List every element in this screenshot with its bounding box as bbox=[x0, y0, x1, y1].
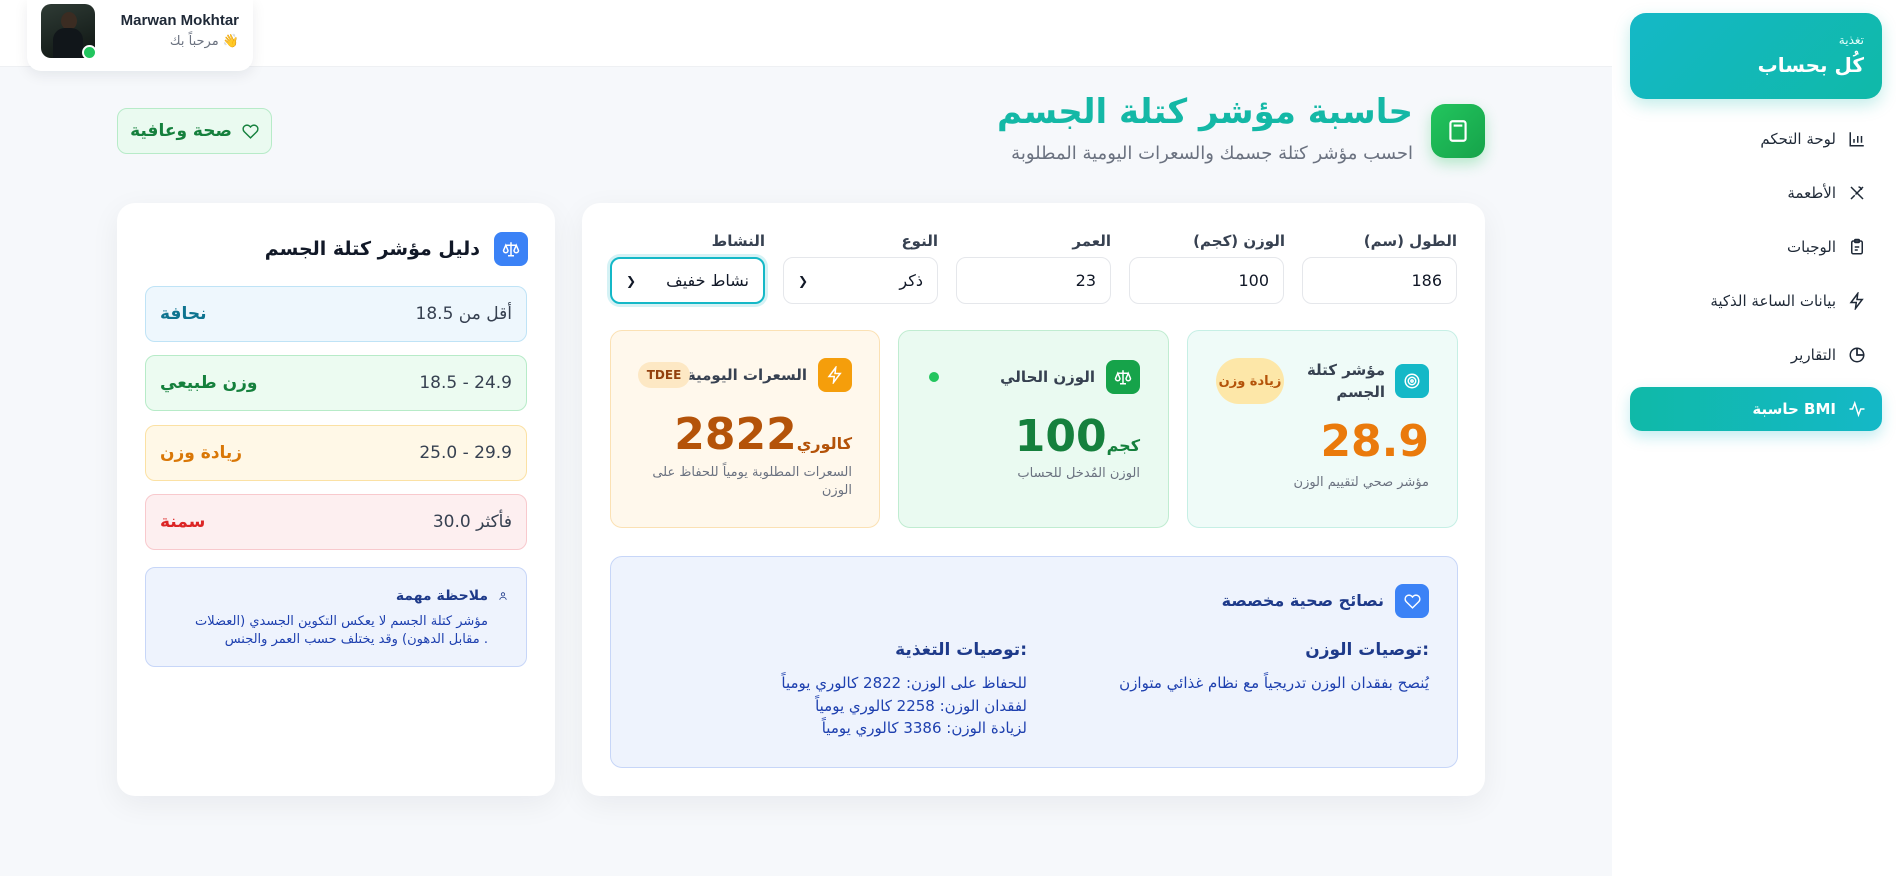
lightning-icon bbox=[818, 358, 852, 392]
age-value: 23 bbox=[1075, 271, 1096, 290]
user-greeting: مرحباً بك 👋 bbox=[169, 34, 239, 49]
gender-select[interactable]: ذكر ❯ bbox=[783, 257, 938, 304]
sidebar-item-bmi[interactable]: حاسبة BMI bbox=[1630, 387, 1882, 431]
utensils-icon bbox=[1850, 186, 1864, 200]
weight-display: 100كجم bbox=[1015, 411, 1140, 462]
weight-unit: كجم bbox=[1106, 436, 1140, 455]
brand-title: كُل بحساب bbox=[1757, 53, 1864, 77]
chevron-down-icon: ❯ bbox=[626, 273, 637, 288]
tips-title: نصائح صحية مخصصة bbox=[1221, 591, 1384, 610]
sidebar-item-label: لوحة التحكم bbox=[1760, 130, 1836, 148]
weight-title: الوزن الحالي bbox=[1000, 368, 1095, 386]
brand-logo[interactable]: تغذية كُل بحساب bbox=[1630, 13, 1882, 99]
sidebar-item-label: بيانات الساعة الذكية bbox=[1710, 292, 1836, 310]
weight-description: الوزن المُدخل للحساب bbox=[1017, 466, 1140, 481]
chevron-down-icon: ❯ bbox=[798, 273, 809, 288]
calories-stat-card: السعرات اليومية TDEE 2822كالوري السعرات … bbox=[610, 330, 880, 528]
weight-recommendations-title: توصيات الوزن: bbox=[1305, 640, 1429, 660]
health-badge-label: صحة وعافية bbox=[130, 121, 232, 141]
range-value: أقل من 18.5 bbox=[415, 304, 512, 324]
sidebar-item-label: الأطعمة bbox=[1787, 184, 1836, 202]
weight-stat-card: الوزن الحالي 100كجم الوزن المُدخل للحساب bbox=[898, 330, 1169, 528]
user-icon bbox=[499, 592, 507, 600]
weight-recommendation-text: يُنصح بفقدان الوزن تدريجياً مع نظام غذائ… bbox=[1119, 674, 1429, 692]
bmi-status-badge: زيادة وزن bbox=[1216, 358, 1284, 404]
page-title: حاسبة مؤشر كتلة الجسم bbox=[996, 92, 1413, 132]
bmi-stat-card: مؤشر كتلة الجسم زيادة وزن 28.9 مؤشر صحي … bbox=[1187, 330, 1458, 528]
calories-unit: كالوري bbox=[796, 434, 852, 453]
sidebar-item-smartwatch[interactable]: بيانات الساعة الذكية bbox=[1630, 279, 1882, 323]
range-category: سمنة bbox=[160, 512, 206, 532]
sidebar-item-label: الوجبات bbox=[1787, 238, 1836, 256]
activity-icon bbox=[1849, 400, 1865, 418]
range-value: 30.0 فأكثر bbox=[432, 512, 512, 532]
weight-display-value: 100 bbox=[1014, 411, 1107, 462]
target-icon bbox=[1395, 364, 1429, 398]
bmi-range-overweight: زيادة وزن 25.0 - 29.9 bbox=[145, 425, 527, 481]
sidebar-item-foods[interactable]: الأطعمة bbox=[1630, 171, 1882, 215]
heart-icon bbox=[242, 123, 259, 139]
bmi-range-normal: وزن طبيعي 18.5 - 24.9 bbox=[145, 355, 527, 411]
calculator-icon bbox=[1431, 104, 1485, 158]
range-category: زيادة وزن bbox=[160, 443, 243, 463]
bmi-guide-card: دليل مؤشر كتلة الجسم نحافة أقل من 18.5 و… bbox=[117, 203, 555, 796]
user-card[interactable]: Marwan Mokhtar مرحباً بك 👋 bbox=[27, 0, 253, 71]
lightning-icon bbox=[1849, 292, 1864, 310]
user-name: Marwan Mokhtar bbox=[120, 12, 239, 29]
calories-title: السعرات اليومية bbox=[686, 366, 807, 384]
sidebar-item-reports[interactable]: التقارير bbox=[1630, 333, 1882, 377]
gender-value: ذكر bbox=[899, 271, 923, 290]
nutrition-recommendations-title: توصيات التغذية: bbox=[895, 640, 1027, 660]
bmi-title: مؤشر كتلة الجسم bbox=[1306, 361, 1385, 401]
heart-icon bbox=[1395, 584, 1429, 618]
scale-icon bbox=[494, 232, 528, 266]
activity-value: نشاط خفيف bbox=[666, 271, 749, 290]
pie-chart-icon bbox=[1849, 347, 1865, 363]
status-dot bbox=[929, 372, 939, 382]
health-tips-box: نصائح صحية مخصصة توصيات الوزن: يُنصح بفق… bbox=[610, 556, 1458, 768]
calories-display: 2822كالوري bbox=[674, 409, 852, 460]
brand-subtitle: تغذية bbox=[1838, 33, 1864, 47]
bmi-value: 28.9 bbox=[1320, 416, 1429, 467]
sidebar: تغذية كُل بحساب لوحة التحكم الأطعمة الوج… bbox=[1612, 0, 1896, 876]
nutrition-line: للحفاظ على الوزن: 2822 كالوري يومياً bbox=[781, 674, 1027, 692]
scale-icon bbox=[1106, 360, 1140, 394]
important-note: ملاحظة مهمة مؤشر كتلة الجسم لا يعكس التك… bbox=[145, 567, 527, 667]
online-status-dot bbox=[82, 45, 97, 60]
bmi-range-obese: سمنة 30.0 فأكثر bbox=[145, 494, 527, 550]
health-badge: صحة وعافية bbox=[117, 108, 272, 154]
nutrition-line: لزيادة الوزن: 3386 كالوري يومياً bbox=[821, 719, 1027, 737]
sidebar-item-label: حاسبة BMI bbox=[1752, 400, 1836, 418]
height-value: 186 bbox=[1411, 271, 1442, 290]
activity-select[interactable]: نشاط خفيف ❯ bbox=[610, 257, 765, 304]
range-category: نحافة bbox=[160, 304, 207, 324]
gender-label: النوع bbox=[901, 232, 938, 250]
height-label: الطول (سم) bbox=[1363, 232, 1457, 250]
bmi-description: مؤشر صحي لتقييم الوزن bbox=[1293, 475, 1429, 490]
guide-title: دليل مؤشر كتلة الجسم bbox=[264, 238, 480, 260]
sidebar-item-meals[interactable]: الوجبات bbox=[1630, 225, 1882, 269]
page-subtitle: احسب مؤشر كتلة جسمك والسعرات اليومية الم… bbox=[1011, 143, 1413, 164]
bar-chart-icon bbox=[1849, 132, 1864, 147]
clipboard-icon bbox=[1851, 238, 1863, 255]
weight-value: 100 bbox=[1238, 271, 1269, 290]
sidebar-item-dashboard[interactable]: لوحة التحكم bbox=[1630, 117, 1882, 161]
range-value: 25.0 - 29.9 bbox=[419, 443, 512, 463]
age-label: العمر bbox=[1072, 232, 1111, 250]
activity-label: النشاط bbox=[711, 232, 765, 250]
range-category: وزن طبيعي bbox=[160, 373, 258, 393]
sidebar-item-label: التقارير bbox=[1790, 346, 1836, 364]
note-text: مؤشر كتلة الجسم لا يعكس التكوين الجسدي (… bbox=[195, 614, 488, 647]
weight-label: الوزن (كجم) bbox=[1193, 232, 1285, 250]
bmi-range-underweight: نحافة أقل من 18.5 bbox=[145, 286, 527, 342]
nutrition-line: لفقدان الوزن: 2258 كالوري يومياً bbox=[815, 697, 1027, 715]
age-input[interactable]: 23 bbox=[956, 257, 1111, 304]
height-input[interactable]: 186 bbox=[1302, 257, 1457, 304]
calories-description: السعرات المطلوبة يومياً للحفاظ على الوزن bbox=[652, 465, 852, 498]
range-value: 18.5 - 24.9 bbox=[419, 373, 512, 393]
weight-input[interactable]: 100 bbox=[1129, 257, 1284, 304]
tdee-badge: TDEE bbox=[638, 362, 690, 388]
note-title: ملاحظة مهمة bbox=[395, 588, 488, 604]
calories-value: 2822 bbox=[674, 409, 797, 460]
